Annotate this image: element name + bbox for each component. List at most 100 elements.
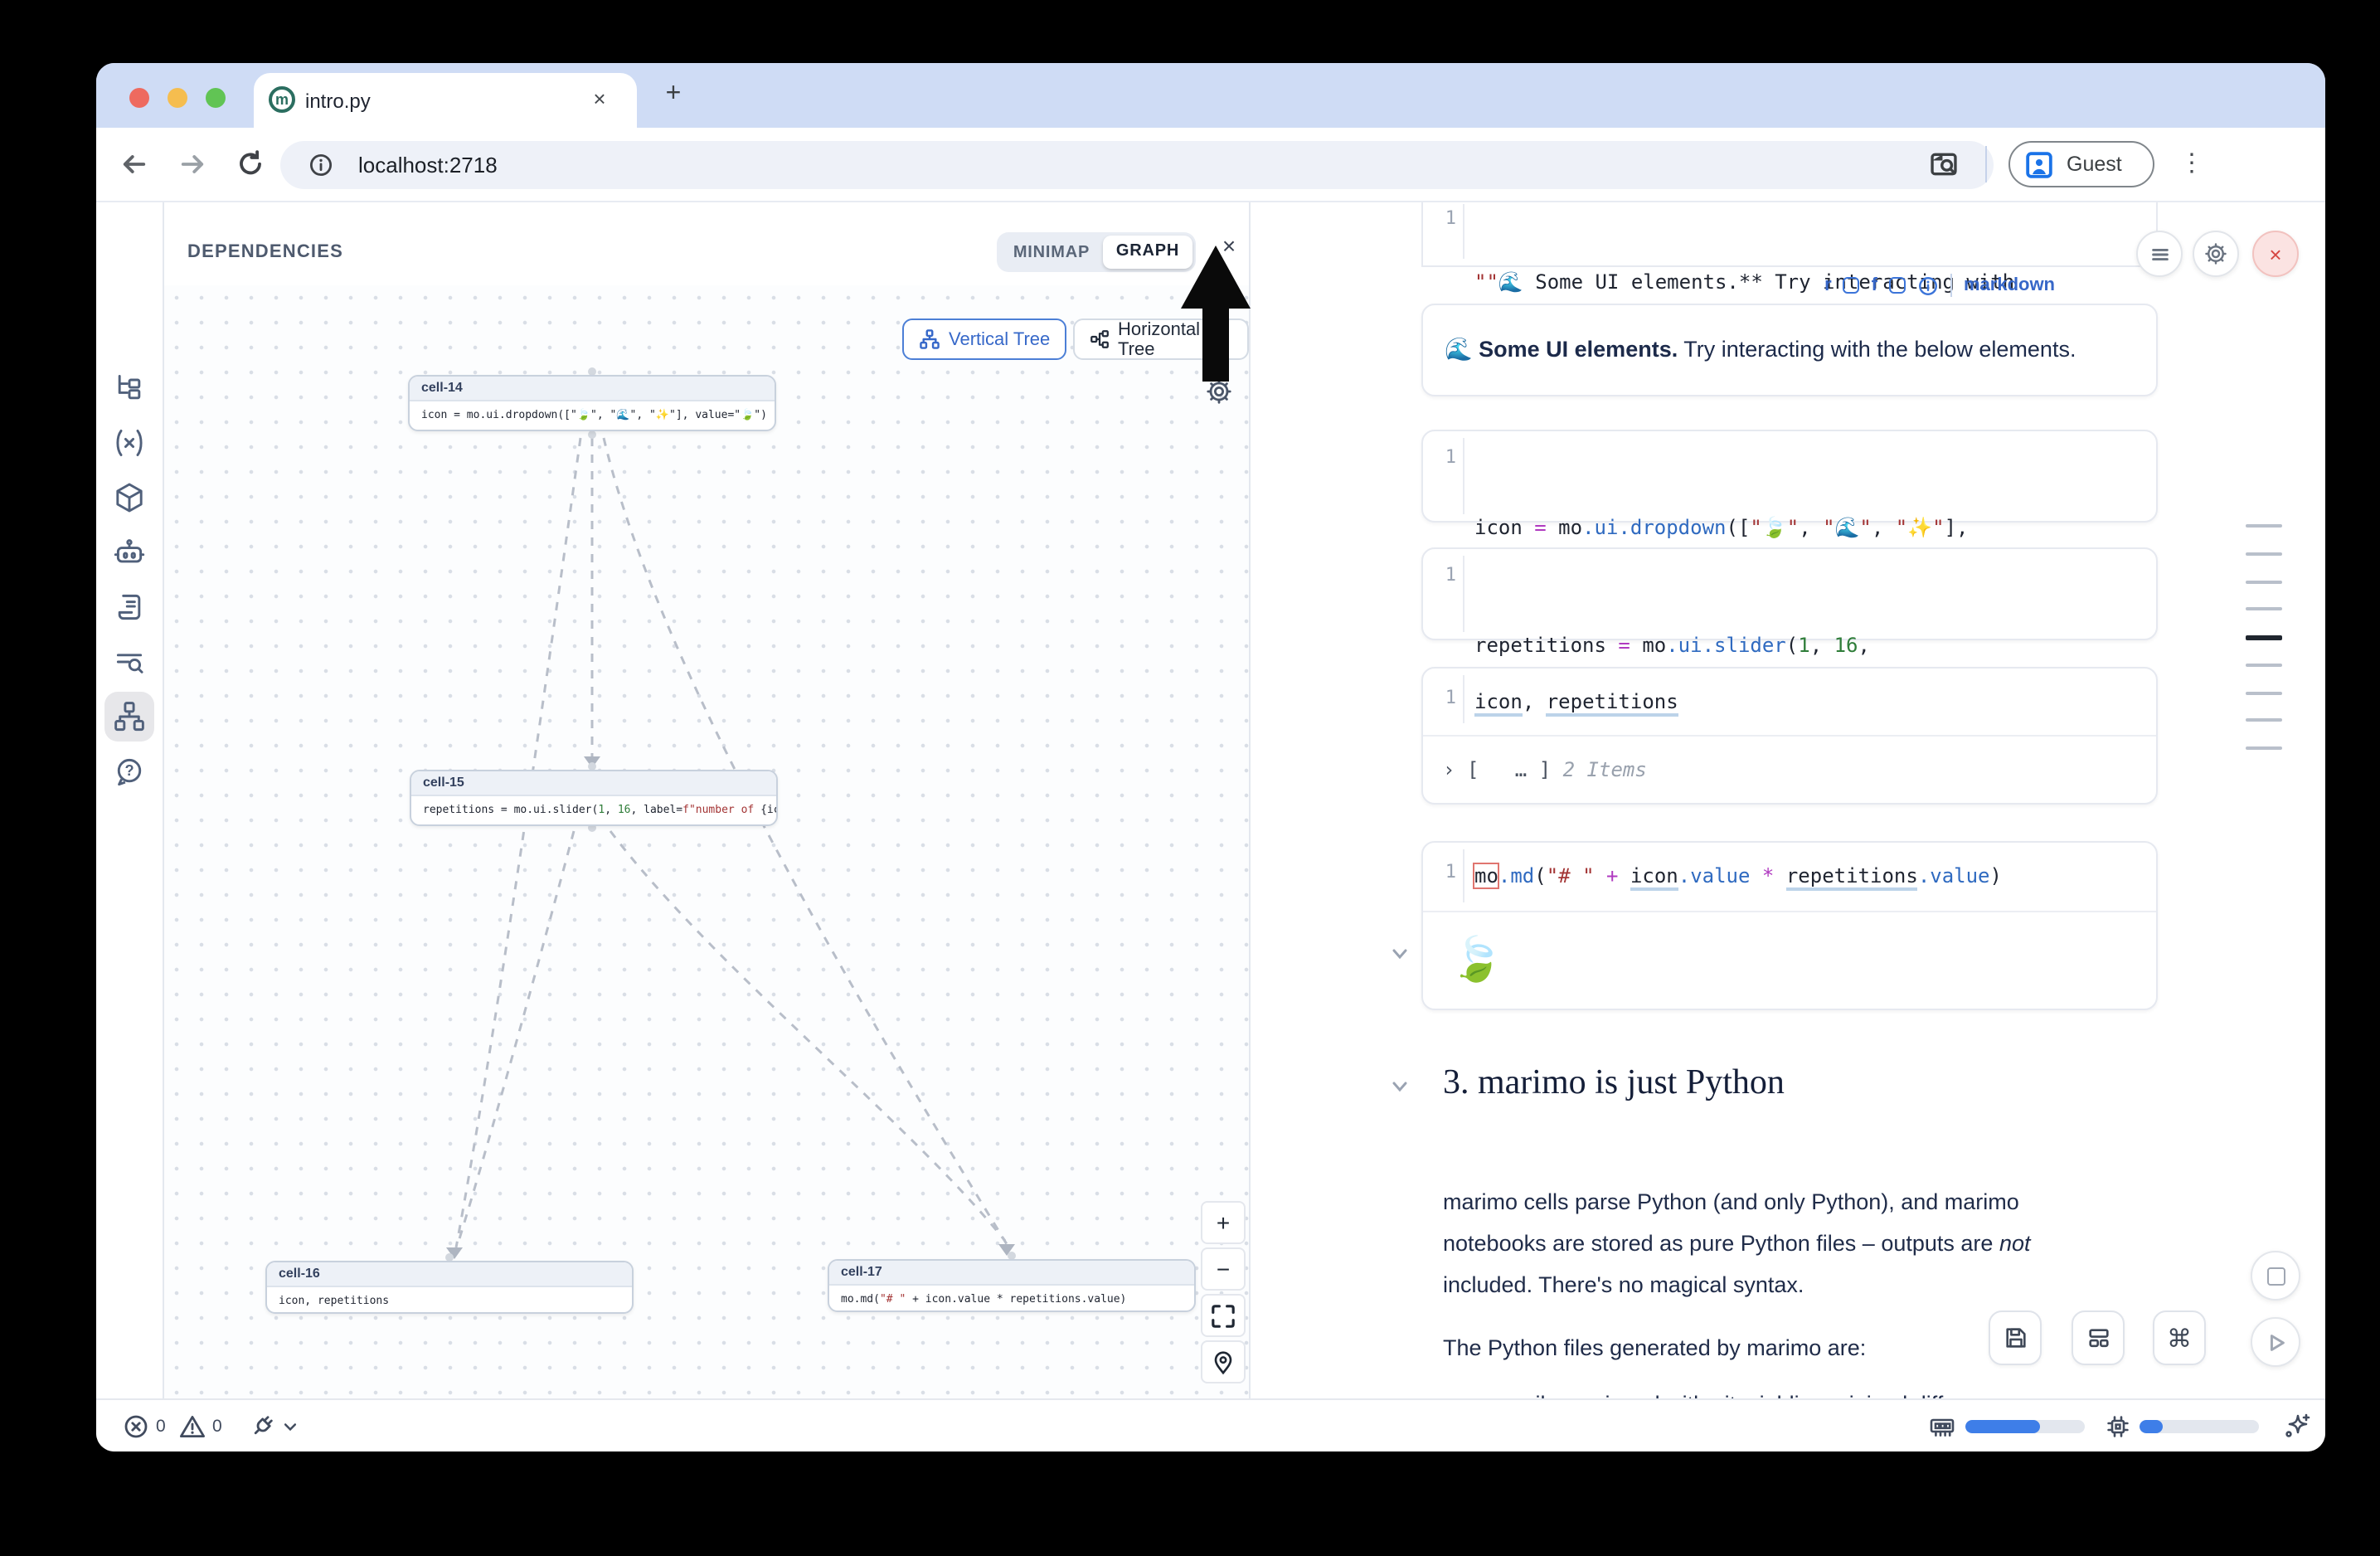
traffic-close-button[interactable] [129, 88, 149, 108]
shutdown-button[interactable]: × [2252, 231, 2299, 277]
graph-node-cell-15[interactable]: cell-15 repetitions = mo.ui.slider(1, 16… [410, 770, 778, 826]
file-explorer-icon[interactable] [113, 372, 146, 405]
tab-search-icon[interactable] [1929, 149, 1959, 179]
tab-close-icon[interactable]: × [585, 86, 614, 114]
logs-icon[interactable] [113, 645, 146, 678]
node-code: icon = mo.ui.dropdown(["🍃", "🌊", "✨"], v… [410, 401, 775, 431]
cell-output-divider [1423, 911, 2156, 912]
collapsed-output[interactable]: › [ … ] 2 Items [1443, 758, 1647, 781]
line-number: 1 [1433, 861, 1456, 883]
memory-usage-bar [1965, 1420, 2085, 1433]
errors-icon[interactable] [123, 1413, 149, 1440]
ai-assistant-icon[interactable] [113, 536, 146, 569]
profile-button[interactable]: Guest [2008, 141, 2154, 187]
minimap-cell-marker-active[interactable] [2246, 635, 2282, 639]
footer-divider [1950, 274, 1952, 297]
stop-button[interactable] [2251, 1251, 2300, 1301]
memory-usage-fill [1965, 1420, 2041, 1433]
panel-title: DEPENDENCIES [187, 242, 343, 262]
ref-toggle-label[interactable]: r [1824, 275, 1832, 295]
browser-tab[interactable]: m intro.py × [254, 73, 637, 128]
error-count: 0 [156, 1417, 166, 1437]
layout-select-button[interactable] [2072, 1310, 2125, 1365]
bracket: [ [1467, 758, 1479, 781]
graph-node-cell-16[interactable]: cell-16 icon, repetitions [265, 1261, 634, 1314]
collapse-section-chevron-icon[interactable] [1390, 1077, 1410, 1096]
gutter-divider [1463, 849, 1464, 902]
zoom-in-button[interactable]: + [1201, 1201, 1246, 1244]
notebook-menu-button[interactable] [2136, 231, 2183, 277]
cell-momd[interactable]: 1 mo.md("# " + icon.value * repetitions.… [1421, 841, 2158, 1010]
back-icon[interactable] [119, 149, 149, 179]
locate-button[interactable] [1201, 1340, 1246, 1383]
code-line: icon, repetitions [1474, 685, 2149, 718]
connection-chevron-icon[interactable] [282, 1418, 299, 1435]
collapse-output-chevron-icon[interactable] [1390, 944, 1410, 964]
line-number: 1 [1433, 687, 1456, 708]
cpu-icon[interactable] [2105, 1413, 2131, 1440]
minimap-cell-marker[interactable] [2246, 664, 2282, 667]
command-palette-button[interactable]: ⌘ [2153, 1310, 2206, 1365]
run-button[interactable] [2251, 1317, 2300, 1367]
fit-view-button[interactable] [1201, 1294, 1246, 1337]
cell-slider[interactable]: 1 repetitions = mo.ui.slider(1, 16, labe… [1421, 547, 2158, 640]
toolbar-divider [1985, 146, 1987, 182]
tab-minimap[interactable]: MINIMAP [1000, 243, 1103, 261]
gutter-divider [1463, 204, 1464, 259]
vertical-tree-button[interactable]: Vertical Tree [902, 318, 1066, 360]
ref-checkbox[interactable] [1843, 277, 1860, 294]
minimap-cell-marker[interactable] [2246, 552, 2282, 556]
browser-menu-icon[interactable]: ⋮ [2179, 148, 2204, 177]
kernel-connection-icon[interactable] [249, 1413, 275, 1440]
new-tab-button[interactable]: + [658, 80, 688, 109]
fn-checkbox[interactable] [1889, 277, 1906, 294]
address-bar[interactable]: localhost:2718 [280, 141, 1994, 189]
cell-dropdown[interactable]: 1 icon = mo.ui.dropdown(["🍃", "🌊", "✨"],… [1421, 430, 2158, 523]
zoom-out-button[interactable]: − [1201, 1247, 1246, 1291]
graph-node-cell-14[interactable]: cell-14 icon = mo.ui.dropdown(["🍃", "🌊",… [408, 375, 776, 431]
info-icon[interactable] [1917, 275, 1939, 296]
ai-sparkle-icon[interactable] [2282, 1412, 2312, 1442]
pointer-arrow [1159, 232, 1275, 385]
cpu-usage-bar [2140, 1420, 2259, 1433]
graph-canvas[interactable]: Vertical Tree Horizontal Tree cell-14 ic… [164, 285, 1249, 1398]
cell-tuple[interactable]: 1 icon, repetitions › [ … ] 2 Items [1421, 667, 2158, 805]
fn-toggle-label[interactable]: f [1872, 275, 1877, 295]
stop-icon [2266, 1267, 2285, 1285]
graph-node-cell-17[interactable]: cell-17 mo.md("# " + icon.value * repeti… [828, 1259, 1196, 1312]
snippets-icon[interactable] [113, 591, 146, 624]
minimap-cell-marker[interactable] [2246, 581, 2282, 584]
cell-markdown-code[interactable]: 1 ""🌊 Some UI elements.** Try interactin… [1421, 202, 2158, 267]
notebook-settings-button[interactable] [2193, 231, 2239, 277]
warnings-icon[interactable] [179, 1413, 206, 1440]
expand-caret[interactable]: › [1443, 758, 1455, 781]
traffic-zoom-button[interactable] [206, 88, 226, 108]
minimap-cell-marker[interactable] [2246, 692, 2282, 695]
hamburger-icon [2149, 243, 2170, 265]
packages-icon[interactable] [113, 481, 146, 514]
layout-grid-icon [2086, 1325, 2110, 1350]
play-icon [2265, 1331, 2286, 1353]
minimap-cell-marker[interactable] [2246, 607, 2282, 610]
reload-icon[interactable] [236, 149, 265, 179]
language-label[interactable]: markdown [1964, 275, 2055, 295]
forward-icon[interactable] [177, 149, 207, 179]
minimap-cell-marker[interactable] [2246, 524, 2282, 528]
traffic-minimize-button[interactable] [168, 88, 187, 108]
code-line: mo.md("# " + icon.value * repetitions.va… [1474, 859, 2149, 892]
variables-icon[interactable] [113, 426, 146, 460]
bracket: ] [1539, 758, 1551, 781]
memory-icon[interactable] [1929, 1413, 1955, 1440]
dependency-graph-icon[interactable] [113, 700, 146, 733]
site-info-icon[interactable] [308, 153, 333, 177]
close-x-icon: × [2269, 241, 2281, 266]
save-file-icon [2003, 1325, 2028, 1350]
save-button[interactable] [1989, 1310, 2042, 1365]
minimap-cell-marker[interactable] [2246, 718, 2282, 722]
help-icon[interactable]: ? [113, 755, 146, 788]
gutter-divider [1463, 438, 1464, 514]
notebook-panel: 1 ""🌊 Some UI elements.** Try interactin… [1251, 202, 2325, 1398]
minimap-cell-marker[interactable] [2246, 746, 2282, 750]
items-count: 2 Items [1563, 758, 1647, 781]
node-title: cell-14 [410, 377, 775, 401]
